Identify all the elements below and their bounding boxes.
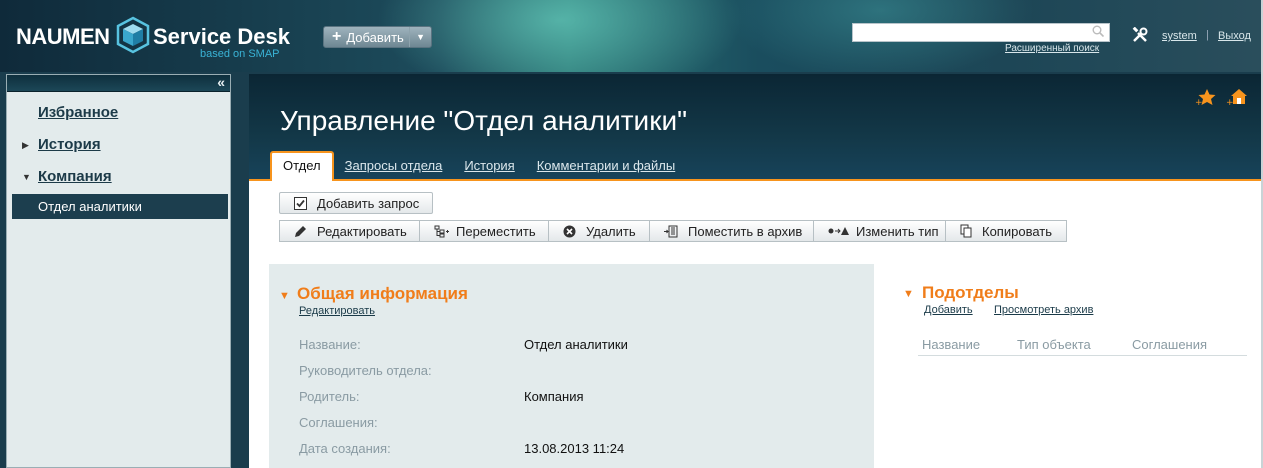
header-separator: | <box>1206 29 1209 41</box>
add-button-label: Добавить <box>346 29 404 45</box>
column-header-agreements[interactable]: Соглашения <box>1132 337 1207 352</box>
add-favorite-star-icon[interactable]: + <box>1195 88 1217 109</box>
set-home-icon[interactable]: + <box>1226 88 1248 109</box>
tab-department[interactable]: Отдел <box>270 151 334 181</box>
plus-icon: + <box>332 28 342 45</box>
general-info-title[interactable]: Общая информация <box>297 284 468 304</box>
move-icon <box>434 225 450 238</box>
logo-mark-icon <box>116 16 150 57</box>
column-header-name[interactable]: Название <box>922 337 980 352</box>
field-value-created: 13.08.2013 11:24 <box>524 441 625 456</box>
sidebar-item-favorites[interactable]: Избранное <box>38 104 118 121</box>
sidebar-header: « <box>7 74 230 92</box>
archive-button[interactable]: Поместить в архив <box>649 220 814 242</box>
move-button[interactable]: Переместить <box>419 220 549 242</box>
action-toolbar: Редактировать Переместить Удалить Помест… <box>279 220 1067 243</box>
archive-label: Поместить в архив <box>688 223 803 239</box>
sidebar: « Избранное ▶ История ▼ Компания Отдел а… <box>6 74 231 468</box>
table-header-divider <box>918 355 1247 356</box>
copy-button[interactable]: Копировать <box>945 220 1067 242</box>
collapse-triangle-icon[interactable]: ▼ <box>22 172 31 182</box>
advanced-search-link[interactable]: Расширенный поиск <box>1005 43 1099 54</box>
logo-subtitle: based on SMAP <box>200 48 280 60</box>
edit-label: Редактировать <box>317 223 407 239</box>
page-title: Управление "Отдел аналитики" <box>280 105 688 136</box>
change-type-icon <box>828 226 850 236</box>
sidebar-item-company[interactable]: Компания <box>38 168 112 185</box>
field-label-created: Дата создания: <box>299 441 391 456</box>
subdivisions-title[interactable]: Подотделы <box>922 283 1019 303</box>
delete-button[interactable]: Удалить <box>548 220 650 242</box>
column-header-type[interactable]: Тип объекта <box>1017 337 1091 352</box>
main-content: Управление "Отдел аналитики" + + Отдел З… <box>249 74 1261 468</box>
general-info-panel: ▼ Общая информация Редактировать Названи… <box>269 264 874 468</box>
field-value-name: Отдел аналитики <box>524 337 628 352</box>
tools-icon[interactable] <box>1131 26 1149 46</box>
copy-icon <box>960 224 972 238</box>
change-type-label: Изменить тип <box>856 223 939 239</box>
add-button[interactable]: + Добавить ▼ <box>323 26 432 48</box>
tab-history[interactable]: История <box>453 151 525 180</box>
logout-link[interactable]: Выход <box>1218 30 1251 42</box>
add-subdivision-link[interactable]: Добавить <box>924 304 973 316</box>
subdivisions-panel: ▼ Подотделы Добавить Просмотреть архив Н… <box>899 264 1251 464</box>
sidebar-item-history[interactable]: История <box>38 136 101 153</box>
archive-icon <box>664 225 678 238</box>
sidebar-item-analytics-dept[interactable]: Отдел аналитики <box>12 194 228 219</box>
delete-icon <box>563 225 576 238</box>
field-label-name: Название: <box>299 337 361 352</box>
change-type-button[interactable]: Изменить тип <box>813 220 946 242</box>
add-request-button[interactable]: Добавить запрос <box>279 192 433 214</box>
field-label-head: Руководитель отдела: <box>299 363 432 378</box>
add-request-label: Добавить запрос <box>317 195 420 211</box>
tab-department-requests[interactable]: Запросы отдела <box>334 151 454 180</box>
view-archive-link[interactable]: Просмотреть архив <box>994 304 1093 316</box>
top-bar: NAUMEN Service Desk based on SMAP + Доба… <box>0 0 1263 72</box>
checkbox-icon <box>294 196 307 210</box>
collapse-triangle-icon[interactable]: ▼ <box>903 288 914 300</box>
user-link[interactable]: system <box>1162 30 1197 42</box>
expand-triangle-icon[interactable]: ▶ <box>22 140 29 151</box>
collapse-sidebar-button[interactable]: « <box>217 74 225 90</box>
field-label-agreements: Соглашения: <box>299 415 378 430</box>
logo-brand: NAUMEN <box>16 24 110 49</box>
field-value-parent: Компания <box>524 389 584 404</box>
page-header: Управление "Отдел аналитики" + + Отдел З… <box>249 74 1261 181</box>
field-label-parent: Родитель: <box>299 389 360 404</box>
copy-label: Копировать <box>982 223 1052 239</box>
svg-text:+: + <box>1195 98 1203 106</box>
tab-comments-files[interactable]: Комментарии и файлы <box>526 151 686 180</box>
move-label: Переместить <box>456 223 536 239</box>
edit-button[interactable]: Редактировать <box>279 220 420 242</box>
delete-label: Удалить <box>586 223 636 239</box>
edit-info-link[interactable]: Редактировать <box>299 305 375 317</box>
logo-product: Service Desk <box>153 24 290 49</box>
chevron-down-icon[interactable]: ▼ <box>409 27 425 47</box>
pencil-icon <box>294 225 307 238</box>
svg-text:+: + <box>1226 98 1234 106</box>
search-icon[interactable] <box>1092 25 1105 40</box>
search-input[interactable] <box>852 23 1110 42</box>
collapse-triangle-icon[interactable]: ▼ <box>279 290 290 302</box>
tab-bar: Отдел Запросы отдела История Комментарии… <box>270 151 686 181</box>
